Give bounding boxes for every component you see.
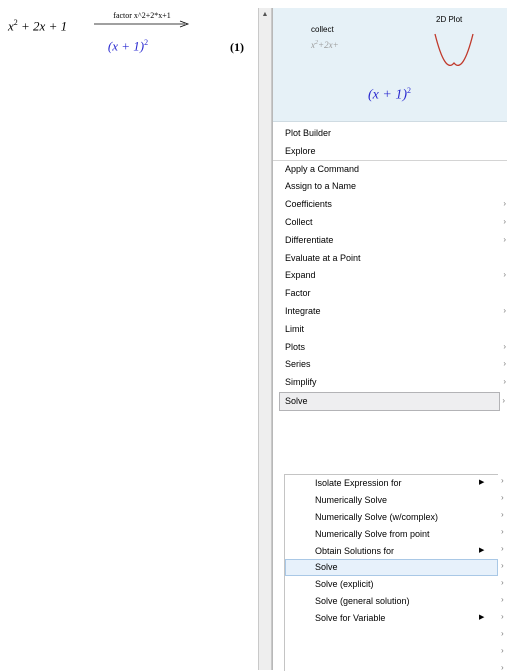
chevron-right-icon: › (503, 199, 506, 209)
submenu-item-numerically-solve-complex[interactable]: Numerically Solve (w/complex) (285, 509, 498, 526)
collect-preview-label: collect (311, 25, 334, 34)
submenu-item-obtain-solutions[interactable]: Obtain Solutions for ▶ (285, 543, 498, 560)
chevron-right-icon: › (501, 629, 504, 638)
submenu-item-isolate-expression[interactable]: Isolate Expression for ▶ (285, 475, 498, 492)
result-preview-exponent: 2 (407, 86, 411, 95)
input-expression[interactable]: x2 + 2x + 1 (8, 18, 67, 34)
menu-items: Plot Builder Explore Apply a Command Ass… (273, 125, 507, 411)
submenu-item-label: Numerically Solve (315, 494, 388, 505)
collect-preview-rest: +2x+ (318, 40, 339, 50)
input-rest: + 2x + 1 (21, 18, 68, 34)
menu-item-series[interactable]: Series › (273, 356, 507, 374)
menu-item-label: Plot Builder (285, 128, 332, 138)
chevron-right-icon: › (503, 216, 506, 226)
equation-label: (1) (230, 40, 244, 54)
chevron-right-icon: › (503, 270, 506, 280)
arrow-label: factor x^2+2*x+1 (113, 11, 171, 20)
menu-item-label: Coefficients (285, 199, 332, 210)
submenu-item-solve-explicit[interactable]: Solve (explicit) (285, 576, 498, 593)
submenu-item-solve[interactable]: Solve (285, 559, 498, 577)
menu-item-coefficients[interactable]: Coefficients › (273, 196, 507, 214)
menu-item-limit[interactable]: Limit (273, 321, 507, 339)
chevron-right-icon: › (503, 377, 506, 387)
chevron-right-icon: › (501, 493, 504, 502)
menu-item-label: Integrate (285, 305, 321, 316)
submenu-item-numerically-solve-point[interactable]: Numerically Solve from point (285, 526, 498, 543)
solve-submenu: Isolate Expression for ▶ Numerically Solv… (284, 474, 498, 671)
menu-preview-panel: collect x2+2x+ 2D Plot (x + 1)2 (273, 8, 507, 122)
triangle-right-icon: ▶ (479, 546, 485, 554)
menu-item-label: Apply a Command (285, 163, 360, 174)
menu-item-label: Factor (285, 288, 311, 299)
submenu-item-label: Solve (general solution) (315, 596, 410, 607)
menu-item-plots[interactable]: Plots › (273, 339, 507, 357)
submenu-item-label: Solve (315, 562, 338, 573)
submenu-item-label: Solve (explicit) (315, 579, 374, 590)
arrow-icon (94, 20, 190, 28)
chevron-right-icon: › (501, 561, 504, 570)
menu-item-explore[interactable]: Explore (273, 143, 507, 161)
chevron-right-icon: › (501, 646, 504, 655)
chevron-right-icon: › (503, 305, 506, 315)
menu-item-label: Collect (285, 216, 313, 227)
menu-item-label: Explore (285, 145, 316, 156)
scroll-up-icon[interactable]: ▲ (259, 10, 271, 20)
menu-item-differentiate[interactable]: Differentiate › (273, 232, 507, 250)
menu-item-label: Assign to a Name (285, 181, 357, 192)
chevron-right-icon: › (502, 395, 505, 405)
menu-item-plot-builder[interactable]: Plot Builder (273, 125, 507, 143)
menu-item-label: Expand (285, 270, 316, 281)
result-preview-base: (x + 1) (368, 87, 407, 103)
menu-item-label: Limit (285, 323, 305, 334)
menu-item-factor[interactable]: Factor (273, 285, 507, 303)
plot-preview-icon[interactable] (431, 30, 477, 68)
menu-item-label: Solve (285, 395, 308, 406)
transformation-arrow: factor x^2+2*x+1 (92, 11, 192, 28)
collect-preview-expression[interactable]: x2+2x+ (311, 40, 339, 50)
submenu-item-label: Isolate Expression for (315, 478, 402, 488)
submenu-item-label: Obtain Solutions for (315, 545, 395, 556)
submenu-item-numerically-solve[interactable]: Numerically Solve (285, 492, 498, 509)
result-preview-expression: (x + 1)2 (368, 86, 411, 104)
menu-item-simplify[interactable]: Simplify › (273, 374, 507, 392)
menu-item-label: Plots (285, 341, 306, 352)
menu-item-label: Evaluate at a Point (285, 252, 361, 263)
menu-item-evaluate-point[interactable]: Evaluate at a Point (273, 250, 507, 268)
chevron-right-icon: › (501, 663, 504, 672)
menu-item-label: Differentiate (285, 234, 334, 245)
input-exponent: 2 (13, 18, 18, 27)
chevron-right-icon: › (501, 578, 504, 587)
submenu-item-label: Numerically Solve from point (315, 528, 430, 539)
menu-item-assign-name[interactable]: Assign to a Name (273, 178, 507, 196)
chevron-right-icon: › (503, 234, 506, 244)
menu-item-apply-command[interactable]: Apply a Command (273, 161, 507, 179)
chevron-right-icon: › (501, 476, 504, 485)
triangle-right-icon: ▶ (479, 479, 485, 486)
output-base: (x + 1) (107, 38, 145, 54)
menu-item-collect[interactable]: Collect › (273, 214, 507, 232)
submenu-item-label: Solve for Variable (315, 613, 386, 624)
menu-item-label: Series (285, 359, 311, 370)
chevron-right-icon: › (501, 527, 504, 536)
chevron-right-icon: › (503, 341, 506, 351)
output-exponent: 2 (144, 38, 149, 47)
chevron-right-icon: › (501, 544, 504, 553)
output-expression[interactable]: (x + 1)2 (88, 38, 168, 54)
menu-item-expand[interactable]: Expand › (273, 267, 507, 285)
submenu-item-label: Numerically Solve (w/complex) (315, 511, 439, 522)
menu-item-label: Simplify (285, 377, 317, 388)
menu-item-solve[interactable]: Solve › (279, 391, 505, 411)
submenu-item-solve-general[interactable]: Solve (general solution) (285, 593, 498, 610)
menu-item-integrate[interactable]: Integrate › (273, 303, 507, 321)
chevron-right-icon: › (501, 595, 504, 604)
scrollbar[interactable]: ▲ (258, 8, 272, 670)
chevron-right-icon: › (501, 510, 504, 519)
plot-preview-label: 2D Plot (436, 15, 463, 24)
chevron-right-icon: › (501, 612, 504, 621)
submenu-item-solve-for-variable[interactable]: Solve for Variable ▶ (285, 610, 498, 627)
chevron-right-icon: › (503, 359, 506, 369)
triangle-right-icon: ▶ (479, 614, 485, 622)
context-menu: collect x2+2x+ 2D Plot (x + 1)2 Plot Bui… (272, 8, 507, 672)
